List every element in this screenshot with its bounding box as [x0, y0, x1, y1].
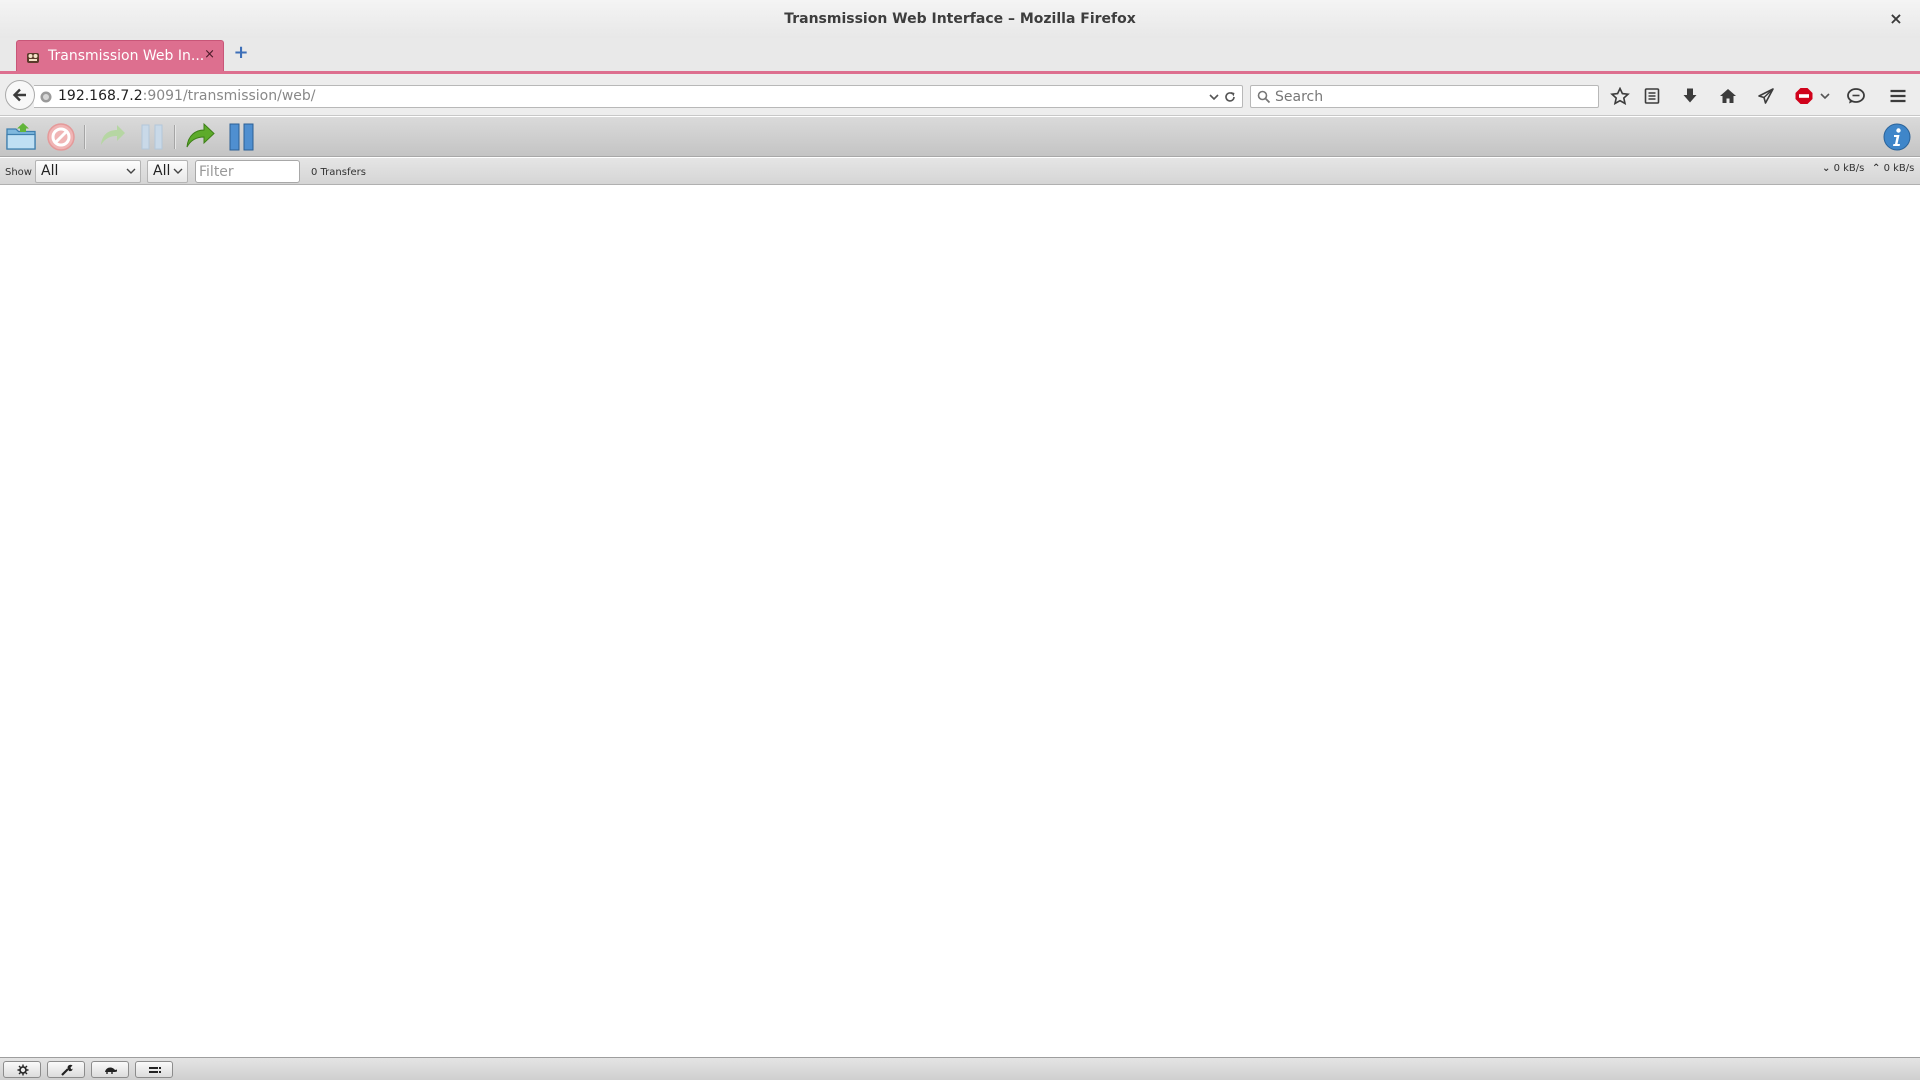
preferences-button[interactable]	[47, 1061, 85, 1078]
search-icon	[1257, 90, 1271, 104]
url-host: 192.168.7.2	[58, 88, 143, 104]
open-torrent-icon[interactable]	[5, 121, 37, 153]
upload-speed-value: 0 kB/s	[1883, 163, 1915, 174]
tab-strip: Transmission Web In... × +	[0, 38, 1920, 72]
pause-all-icon[interactable]	[226, 121, 258, 153]
download-icon[interactable]	[1680, 87, 1700, 105]
chevron-down-icon	[173, 168, 183, 174]
send-icon[interactable]	[1756, 87, 1776, 105]
turtle-speed-icon	[105, 1067, 117, 1074]
preferences-wrench-icon	[61, 1064, 74, 1076]
remove-torrent-icon[interactable]	[45, 121, 77, 153]
dropdown-icon[interactable]	[1208, 91, 1220, 103]
tracker-filter-value: All	[153, 163, 171, 179]
window-close-button[interactable]: ×	[1886, 9, 1906, 29]
upload-speed: ⌃ 0 kB/s	[1872, 163, 1914, 174]
resume-all-icon[interactable]	[184, 121, 216, 153]
window-title: Transmission Web Interface – Mozilla Fir…	[784, 11, 1136, 27]
compact-view-button[interactable]	[135, 1061, 173, 1078]
url-text: 192.168.7.2:9091/transmission/web/	[58, 88, 316, 104]
url-bar[interactable]: 192.168.7.2:9091/transmission/web/	[34, 85, 1243, 108]
hamburger-menu-icon[interactable]	[1888, 87, 1908, 105]
compact-view-icon	[149, 1067, 161, 1073]
filter-input[interactable]	[195, 160, 300, 183]
info-icon[interactable]	[1883, 123, 1911, 151]
turtle-mode-button[interactable]	[91, 1061, 129, 1078]
settings-gear-icon	[17, 1064, 29, 1076]
bottom-bar	[0, 1057, 1920, 1080]
reload-icon[interactable]	[1223, 90, 1237, 104]
window-titlebar: Transmission Web Interface – Mozilla Fir…	[0, 0, 1920, 38]
resume-torrent-icon[interactable]	[96, 121, 128, 153]
new-tab-button[interactable]: +	[232, 44, 250, 62]
state-filter-select[interactable]: All	[35, 160, 141, 183]
pause-torrent-icon[interactable]	[136, 121, 168, 153]
adblock-icon[interactable]	[1794, 87, 1814, 105]
torrent-list[interactable]	[0, 186, 1920, 1057]
tab-close-button[interactable]: ×	[204, 47, 215, 62]
transfer-count: 0 Transfers	[311, 167, 366, 178]
download-arrow-icon: ⌄	[1822, 163, 1831, 174]
chevron-down-icon[interactable]	[1818, 87, 1832, 105]
bookmark-star-icon[interactable]	[1610, 87, 1630, 105]
toolbar-separator	[174, 125, 175, 149]
search-input[interactable]	[1275, 87, 1575, 106]
search-bar[interactable]	[1250, 85, 1599, 108]
state-filter-value: All	[41, 163, 59, 179]
back-icon	[12, 88, 26, 102]
reading-list-icon[interactable]	[1642, 87, 1662, 105]
tab-label: Transmission Web In...	[48, 48, 205, 64]
tab-transmission[interactable]: Transmission Web In... ×	[16, 40, 224, 72]
settings-button[interactable]	[3, 1061, 41, 1078]
back-button[interactable]	[5, 80, 35, 110]
download-speed: ⌄ 0 kB/s	[1822, 163, 1864, 174]
chat-icon[interactable]	[1846, 87, 1866, 105]
globe-icon	[40, 91, 52, 103]
tracker-filter-select[interactable]: All	[147, 160, 188, 183]
filter-bar: Show All All 0 Transfers ⌄ 0 kB/s ⌃ 0 kB…	[0, 158, 1920, 185]
transmission-toolbar	[0, 117, 1920, 157]
toolbar-separator	[84, 125, 85, 149]
home-icon[interactable]	[1718, 87, 1738, 105]
download-speed-value: 0 kB/s	[1833, 163, 1865, 174]
show-label: Show	[5, 167, 32, 178]
upload-arrow-icon: ⌃	[1872, 163, 1881, 174]
transmission-favicon-icon	[27, 53, 39, 63]
url-path: :9091/transmission/web/	[142, 88, 316, 104]
chevron-down-icon	[126, 168, 136, 174]
navigation-bar: 192.168.7.2:9091/transmission/web/	[0, 74, 1920, 116]
